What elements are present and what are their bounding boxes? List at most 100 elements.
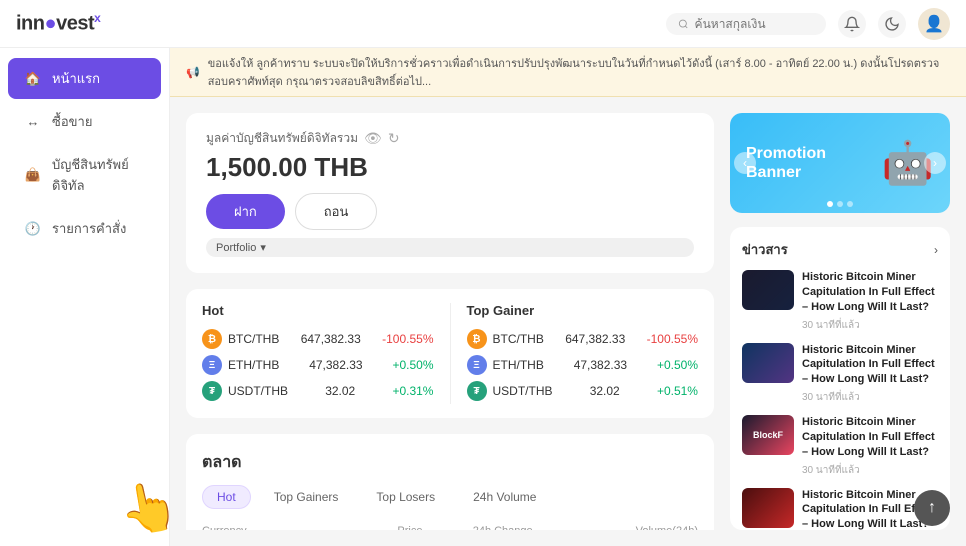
gainer-row-1[interactable]: Ξ ETH/THB 47,382.33 +0.50% <box>467 352 699 378</box>
portfolio-tag[interactable]: Portfolio ▾ <box>206 238 694 257</box>
news-thumb-3 <box>742 488 794 528</box>
bell-icon <box>844 16 860 32</box>
usdt-icon: ₮ <box>202 381 222 401</box>
header-price: Price <box>312 525 422 530</box>
sidebar-label-history: รายการคำสั่ง <box>52 218 126 239</box>
search-input[interactable] <box>695 17 814 31</box>
chevron-down-icon: ▾ <box>260 241 266 254</box>
tab-hot[interactable]: Hot <box>202 485 251 509</box>
logo-superscript: x <box>94 11 100 25</box>
sidebar-item-portfolio[interactable]: 👜 บัญชีสินทรัพย์ดิจิทัล <box>8 144 161 206</box>
news-section: ข่าวสาร › Historic Bitcoin Miner Capitul… <box>730 227 950 530</box>
hot-coin-usdt: ₮ USDT/THB <box>202 381 288 401</box>
scroll-to-top-btn[interactable]: ↑ <box>914 490 950 526</box>
news-time-1: 30 นาทีที่แล้ว <box>802 390 938 405</box>
tab-top-losers[interactable]: Top Losers <box>361 485 450 509</box>
withdraw-button[interactable]: ถอน <box>295 193 378 230</box>
gainer-coin-eth: Ξ ETH/THB <box>467 355 544 375</box>
promo-dots <box>827 201 853 207</box>
top-gainer-table: Top Gainer ₿ BTC/THB 647,382.33 -100.55% <box>467 303 699 404</box>
market-table-header: Currency Price 24h Change Volume(24h) <box>202 521 698 530</box>
market-title: ตลาด <box>202 450 698 475</box>
header-currency: Currency <box>202 525 312 530</box>
refresh-icon[interactable]: ↻ <box>388 130 400 147</box>
search-icon <box>678 18 689 30</box>
cursor-hand-decoration: 👆 <box>115 474 170 541</box>
topnav-right: 👤 <box>666 8 950 40</box>
hot-gainer-row: Hot ₿ BTC/THB 647,382.33 -100.55% <box>202 303 698 404</box>
hot-gainer-section: Hot ₿ BTC/THB 647,382.33 -100.55% <box>186 289 714 418</box>
announcement-icon: 📢 <box>186 66 200 79</box>
gainer-row-2[interactable]: ₮ USDT/THB 32.02 +0.51% <box>467 378 699 404</box>
promo-dot-0[interactable] <box>827 201 833 207</box>
gainer-coin-btc: ₿ BTC/THB <box>467 329 544 349</box>
portfolio-section: มูลค่าบัญชีสินทรัพย์ดิจิทัลรวม 👁 ↻ 1,500… <box>186 113 714 273</box>
news-time-2: 30 นาทีที่แล้ว <box>802 463 938 478</box>
news-time-0: 30 นาทีที่แล้ว <box>802 318 938 333</box>
promo-banner: ‹ Promotion Banner 🤖 › <box>730 113 950 213</box>
news-item-3[interactable]: Historic Bitcoin Miner Capitulation In F… <box>742 488 938 530</box>
gainer-row-0[interactable]: ₿ BTC/THB 647,382.33 -100.55% <box>467 326 699 352</box>
portfolio-label: มูลค่าบัญชีสินทรัพย์ดิจิทัลรวม 👁 ↻ <box>206 129 694 148</box>
left-panel: มูลค่าบัญชีสินทรัพย์ดิจิทัลรวม 👁 ↻ 1,500… <box>186 113 714 530</box>
hot-row-2[interactable]: ₮ USDT/THB 32.02 +0.31% <box>202 378 434 404</box>
portfolio-amount: 1,500.00 THB <box>206 152 694 183</box>
promo-dot-2[interactable] <box>847 201 853 207</box>
hot-row-0[interactable]: ₿ BTC/THB 647,382.33 -100.55% <box>202 326 434 352</box>
sidebar-item-home[interactable]: 🏠 หน้าแรก <box>8 58 161 99</box>
news-title: ข่าวสาร <box>742 239 788 260</box>
news-info-0: Historic Bitcoin Miner Capitulation In F… <box>802 270 938 333</box>
sidebar-item-history[interactable]: 🕐 รายการคำสั่ง <box>8 208 161 249</box>
divider <box>450 303 451 404</box>
content-area: 📢 ขอแจ้งให้ ลูกค้าทราบ ระบบจะปิดให้บริกา… <box>170 48 966 546</box>
promo-prev-btn[interactable]: ‹ <box>734 152 756 174</box>
search-box[interactable] <box>666 13 826 35</box>
market-section: ตลาด Hot Top Gainers Top Losers 24h Volu… <box>186 434 714 530</box>
theme-toggle-btn[interactable] <box>878 10 906 38</box>
avatar[interactable]: 👤 <box>918 8 950 40</box>
announcement-bar: 📢 ขอแจ้งให้ ลูกค้าทราบ ระบบจะปิดให้บริกา… <box>170 48 966 97</box>
news-headline-2: Historic Bitcoin Miner Capitulation In F… <box>802 415 938 460</box>
news-thumb-2: BlockF <box>742 415 794 455</box>
news-item-2[interactable]: BlockF Historic Bitcoin Miner Capitulati… <box>742 415 938 478</box>
notification-icon-btn[interactable] <box>838 10 866 38</box>
usdt-icon-2: ₮ <box>467 381 487 401</box>
news-item-1[interactable]: Historic Bitcoin Miner Capitulation In F… <box>742 343 938 406</box>
announcement-text: ขอแจ้งให้ ลูกค้าทราบ ระบบจะปิดให้บริการช… <box>208 54 950 90</box>
home-icon: 🏠 <box>24 70 42 88</box>
tab-top-gainers[interactable]: Top Gainers <box>259 485 354 509</box>
hot-table: Hot ₿ BTC/THB 647,382.33 -100.55% <box>202 303 434 404</box>
promo-next-btn[interactable]: › <box>924 152 946 174</box>
promo-dot-1[interactable] <box>837 201 843 207</box>
hot-row-1[interactable]: Ξ ETH/THB 47,382.33 +0.50% <box>202 352 434 378</box>
btc-icon: ₿ <box>202 329 222 349</box>
eth-icon: Ξ <box>202 355 222 375</box>
moon-icon <box>884 16 900 32</box>
tab-24h-volume[interactable]: 24h Volume <box>458 485 551 509</box>
gainer-coin-usdt: ₮ USDT/THB <box>467 381 553 401</box>
sidebar-label-portfolio: บัญชีสินทรัพย์ดิจิทัล <box>52 154 145 196</box>
promo-text: Promotion Banner <box>746 144 826 182</box>
deposit-button[interactable]: ฝาก <box>206 194 285 229</box>
hot-coin-eth: Ξ ETH/THB <box>202 355 279 375</box>
market-table: Currency Price 24h Change Volume(24h) ₿B… <box>202 521 698 530</box>
header-volume: Volume(24h) <box>533 525 698 530</box>
top-gainer-title: Top Gainer <box>467 303 699 318</box>
sidebar-label-buysell: ซื้อขาย <box>52 111 92 132</box>
btc-icon-2: ₿ <box>467 329 487 349</box>
hot-table-title: Hot <box>202 303 434 318</box>
news-info-1: Historic Bitcoin Miner Capitulation In F… <box>802 343 938 406</box>
news-more-btn[interactable]: › <box>934 243 938 257</box>
news-item-0[interactable]: Historic Bitcoin Miner Capitulation In F… <box>742 270 938 333</box>
news-headline-1: Historic Bitcoin Miner Capitulation In F… <box>802 343 938 388</box>
news-thumb-1 <box>742 343 794 383</box>
eth-icon-2: Ξ <box>467 355 487 375</box>
news-headline-0: Historic Bitcoin Miner Capitulation In F… <box>802 270 938 315</box>
promo-title: Promotion Banner <box>746 144 826 182</box>
hot-coin-btc: ₿ BTC/THB <box>202 329 279 349</box>
eye-icon[interactable]: 👁 <box>364 130 382 147</box>
sidebar: 🏠 หน้าแรก ↔ ซื้อขาย 👜 บัญชีสินทรัพย์ดิจิ… <box>0 48 170 546</box>
sidebar-item-buysell[interactable]: ↔ ซื้อขาย <box>8 101 161 142</box>
news-thumb-0 <box>742 270 794 310</box>
history-icon: 🕐 <box>24 220 42 238</box>
